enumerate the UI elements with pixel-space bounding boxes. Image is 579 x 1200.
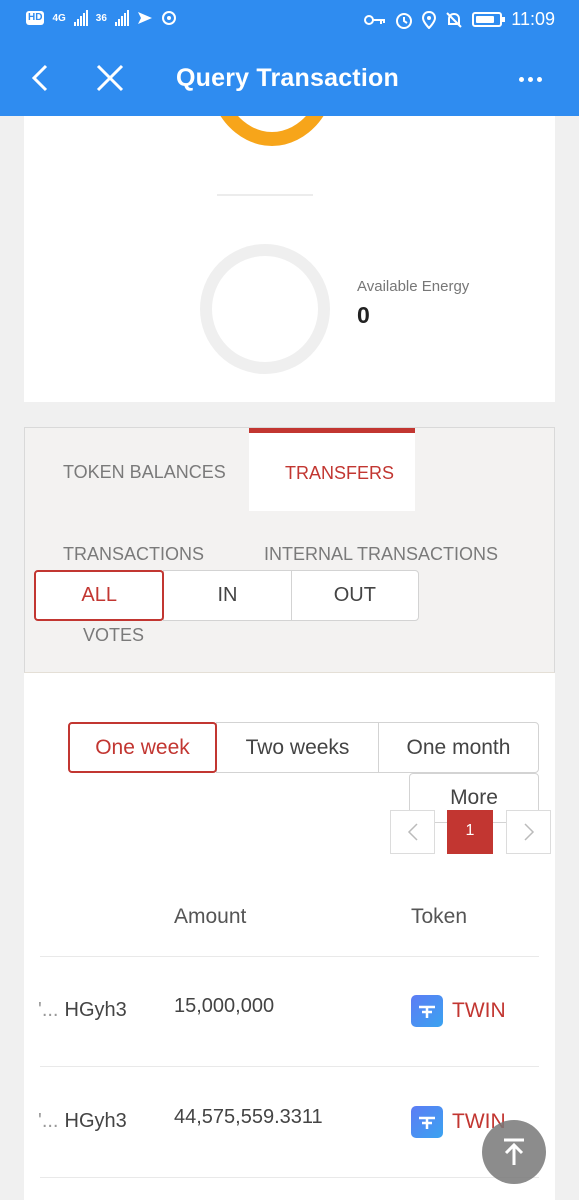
key-icon <box>364 14 386 25</box>
filter-in-button[interactable]: IN <box>163 570 292 621</box>
filter-out-button[interactable]: OUT <box>290 570 419 621</box>
close-icon[interactable] <box>92 60 128 96</box>
bandwidth-ring <box>206 116 338 146</box>
location-icon <box>422 10 437 29</box>
page-title: Query Transaction <box>176 64 399 92</box>
hd-badge: HD <box>26 11 45 25</box>
pagination-page[interactable]: 1 <box>447 810 493 854</box>
column-header-amount: Amount <box>174 905 247 928</box>
signal-icon-2 <box>114 10 129 26</box>
period-one-week-button[interactable]: One week <box>68 722 217 773</box>
back-arrow-icon[interactable] <box>22 60 58 96</box>
table-row-from[interactable]: '... HGyh3 <box>38 999 127 1022</box>
mute-bell-icon <box>446 11 462 28</box>
energy-ring <box>200 244 330 374</box>
status-time: 11:09 <box>511 9 555 29</box>
subtab-votes[interactable]: VOTES <box>83 625 144 646</box>
status-bar: HD 4G 36 11:09 <box>0 0 579 42</box>
scroll-to-top-button[interactable] <box>482 1120 546 1184</box>
network-36-label: 36 <box>95 12 107 24</box>
scroll-to-top-icon <box>504 1138 524 1165</box>
table-divider <box>40 956 539 957</box>
token-name: TWIN <box>452 999 506 1022</box>
battery-icon <box>472 12 506 27</box>
energy-label: Available Energy <box>357 278 470 295</box>
tab-transfers-label: TRANSFERS <box>285 463 395 483</box>
table-row-token[interactable]: TWIN <box>411 995 506 1027</box>
app-header: HD 4G 36 11:09 Query Transaction <box>0 0 579 116</box>
tab-token-balances[interactable]: TOKEN BALANCES <box>63 462 226 483</box>
chevron-right-icon <box>523 823 534 841</box>
tab-panel: TOKEN BALANCES TRANSFERS TRANSACTIONS IN… <box>24 427 555 673</box>
divider <box>217 194 313 196</box>
twin-token-icon <box>411 995 443 1027</box>
sync-icon <box>161 11 176 25</box>
send-icon <box>137 12 152 24</box>
pagination-next[interactable] <box>506 810 551 854</box>
subtab-transactions[interactable]: TRANSACTIONS <box>63 544 204 565</box>
period-one-month-button[interactable]: One month <box>378 722 539 773</box>
network-4g-label: 4G <box>52 12 66 24</box>
transfers-content: One week Two weeks One month More 1 Amou… <box>24 673 555 1200</box>
twin-token-icon <box>411 1106 443 1138</box>
more-dots-icon[interactable] <box>512 64 548 94</box>
nav-bar: Query Transaction <box>0 42 579 116</box>
chevron-left-icon <box>407 823 418 841</box>
subtab-internal-transactions[interactable]: INTERNAL TRANSACTIONS <box>264 544 498 565</box>
direction-filter: ALL IN OUT <box>34 570 419 621</box>
signal-icon <box>73 10 88 26</box>
pagination-prev[interactable] <box>390 810 435 854</box>
table-row-amount: 15,000,000 <box>174 995 275 1017</box>
period-filter: One week Two weeks One month <box>68 722 539 773</box>
row-divider <box>40 1066 539 1067</box>
resource-card: Available Energy 0 <box>24 116 555 402</box>
column-header-token: Token <box>411 905 468 928</box>
table-row-from[interactable]: '... HGyh3 <box>38 1110 127 1133</box>
alarm-icon <box>396 12 413 29</box>
row-divider <box>40 1177 539 1178</box>
filter-all-button[interactable]: ALL <box>34 570 165 621</box>
table-row-amount: 44,575,559.3311 <box>174 1106 323 1128</box>
period-two-weeks-button[interactable]: Two weeks <box>216 722 379 773</box>
tab-transfers[interactable]: TRANSFERS <box>249 428 415 511</box>
energy-value: 0 <box>357 302 370 328</box>
